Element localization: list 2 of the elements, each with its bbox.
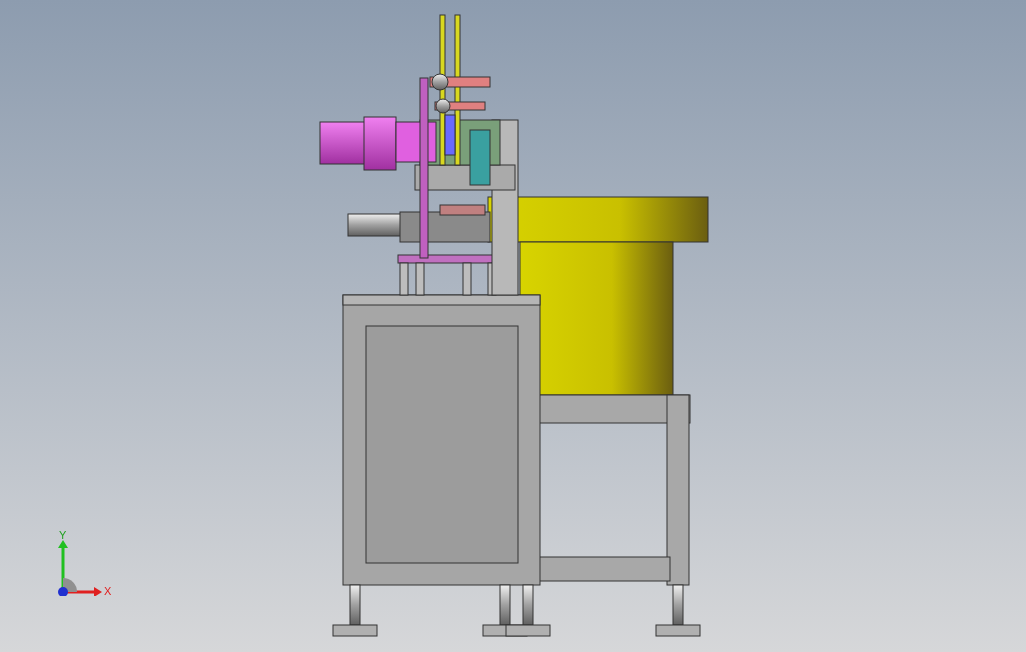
x-axis-label: X — [104, 586, 112, 597]
y-axis-label: Y — [59, 530, 67, 541]
